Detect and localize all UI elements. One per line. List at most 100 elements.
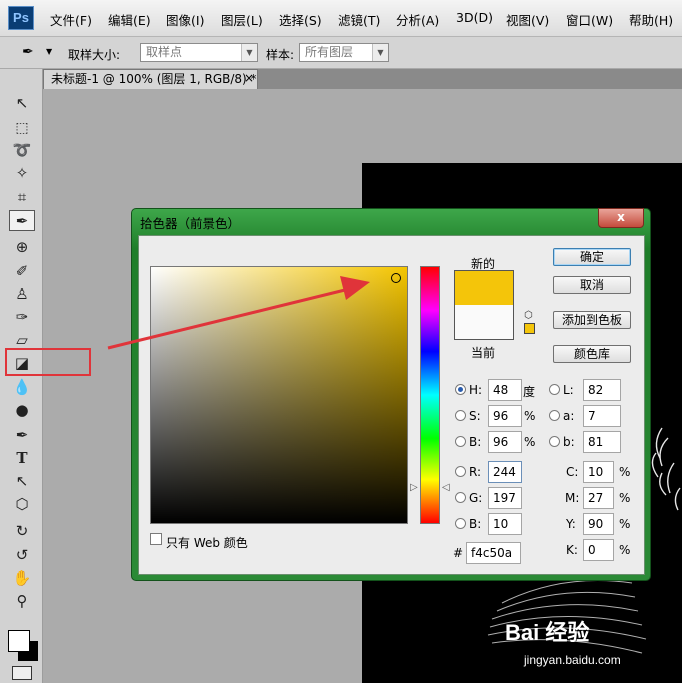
- menu-window[interactable]: 窗口(W): [566, 10, 613, 29]
- current-color-swatch[interactable]: [454, 305, 514, 340]
- blue-radio[interactable]: [455, 518, 466, 529]
- brightness-field[interactable]: 96: [488, 431, 522, 453]
- sample-size-label: 取样大小:: [68, 48, 121, 62]
- cyan-field[interactable]: 10: [583, 461, 614, 483]
- gamut-warning-swatch[interactable]: [524, 323, 535, 334]
- lightness-label: L:: [563, 383, 574, 397]
- lightness-radio[interactable]: [549, 384, 560, 395]
- blue-field[interactable]: 10: [488, 513, 522, 535]
- dodge-tool-icon[interactable]: ●: [9, 400, 35, 421]
- dialog-close-button[interactable]: x: [598, 208, 644, 228]
- clone-stamp-icon[interactable]: ♙: [9, 284, 35, 305]
- color-field-cursor[interactable]: [391, 273, 401, 283]
- magenta-field[interactable]: 27: [583, 487, 614, 509]
- menu-select[interactable]: 选择(S): [279, 10, 322, 29]
- web-colors-only-checkbox[interactable]: [150, 533, 162, 545]
- green-radio[interactable]: [455, 492, 466, 503]
- hand-tool-icon[interactable]: ✋: [9, 568, 35, 589]
- a-channel-field[interactable]: 7: [583, 405, 621, 427]
- close-tab-icon[interactable]: ×: [244, 71, 254, 85]
- menu-3d[interactable]: 3D(D): [456, 10, 493, 25]
- marquee-tool-icon[interactable]: ⬚: [9, 118, 35, 139]
- hue-label: H:: [469, 383, 483, 397]
- history-brush-icon[interactable]: ✑: [9, 307, 35, 328]
- hue-field[interactable]: 48: [488, 379, 522, 401]
- hue-slider-right-handle-icon[interactable]: ◁: [442, 482, 450, 493]
- 3d-orbit-icon[interactable]: ↺: [9, 545, 35, 566]
- cyan-label: C:: [566, 465, 579, 479]
- blur-tool-icon[interactable]: 💧: [9, 377, 35, 398]
- yellow-unit: %: [619, 517, 631, 531]
- out-of-gamut-cube-icon: ⬡: [524, 310, 533, 321]
- menu-filter[interactable]: 滤镜(T): [338, 10, 380, 29]
- red-radio[interactable]: [455, 466, 466, 477]
- lightness-field[interactable]: 82: [583, 379, 621, 401]
- sample-size-select[interactable]: 取样点 ▼: [140, 43, 258, 62]
- ok-button[interactable]: 确定: [553, 248, 631, 266]
- crop-tool-icon[interactable]: ⌗: [9, 187, 35, 208]
- saturation-label: S:: [469, 409, 481, 423]
- menu-layer[interactable]: 图层(L): [221, 10, 263, 29]
- lasso-tool-icon[interactable]: ➰: [9, 140, 35, 161]
- current-color-label: 当前: [471, 346, 496, 360]
- green-label: G:: [469, 491, 483, 505]
- zoom-tool-icon[interactable]: ⚲: [9, 591, 35, 612]
- menu-edit[interactable]: 编辑(E): [108, 10, 151, 29]
- red-field[interactable]: 244: [488, 461, 522, 483]
- move-tool-icon[interactable]: ↖: [9, 93, 35, 114]
- menu-analysis[interactable]: 分析(A): [396, 10, 439, 29]
- saturation-field[interactable]: 96: [488, 405, 522, 427]
- brightness-radio[interactable]: [455, 436, 466, 447]
- add-to-swatches-button[interactable]: 添加到色板: [553, 311, 631, 329]
- path-select-icon[interactable]: ↖: [9, 471, 35, 492]
- b-channel-radio[interactable]: [549, 436, 560, 447]
- menu-view[interactable]: 视图(V): [506, 10, 549, 29]
- eyedropper-tool-icon[interactable]: ✒: [9, 210, 35, 231]
- hex-label: #: [453, 546, 464, 560]
- chevron-down-icon: ▼: [241, 44, 257, 61]
- a-channel-radio[interactable]: [549, 410, 560, 421]
- hue-slider-left-handle-icon[interactable]: ▷: [410, 482, 418, 493]
- document-tab-title: 未标题-1 @ 100% (图层 1, RGB/8) *: [51, 72, 257, 86]
- sample-layers-value: 所有图层: [305, 45, 354, 59]
- foreground-color-swatch[interactable]: [8, 630, 30, 652]
- menu-help[interactable]: 帮助(H): [629, 10, 673, 29]
- green-field[interactable]: 197: [488, 487, 522, 509]
- color-field[interactable]: [150, 266, 408, 524]
- magic-wand-icon[interactable]: ✧: [9, 163, 35, 184]
- black-field[interactable]: 0: [583, 539, 614, 561]
- sample-size-value: 取样点: [146, 45, 183, 59]
- b-channel-field[interactable]: 81: [583, 431, 621, 453]
- color-libraries-button[interactable]: 颜色库: [553, 345, 631, 363]
- quick-mask-icon[interactable]: [12, 666, 32, 680]
- hue-unit: 度: [523, 385, 536, 399]
- pen-tool-icon[interactable]: ✒: [9, 425, 35, 446]
- type-tool-icon[interactable]: T: [9, 448, 35, 469]
- cancel-button[interactable]: 取消: [553, 276, 631, 294]
- sample-label: 样本:: [266, 48, 295, 62]
- healing-brush-icon[interactable]: ⊕: [9, 237, 35, 258]
- preset-dropdown-arrow-icon[interactable]: ▼: [46, 47, 52, 56]
- red-label: R:: [469, 465, 482, 479]
- photoshop-logo: Ps: [8, 6, 34, 30]
- hex-field[interactable]: f4c50a: [466, 542, 521, 564]
- brush-tool-icon[interactable]: ✐: [9, 261, 35, 282]
- hue-slider[interactable]: [420, 266, 440, 524]
- magenta-unit: %: [619, 491, 631, 505]
- saturation-radio[interactable]: [455, 410, 466, 421]
- a-channel-label: a:: [563, 409, 575, 423]
- menu-image[interactable]: 图像(I): [166, 10, 204, 29]
- 3d-rotate-icon[interactable]: ↻: [9, 521, 35, 542]
- yellow-label: Y:: [566, 517, 576, 531]
- eyedropper-preset-icon[interactable]: ✒: [22, 43, 40, 61]
- annotation-highlight-box: [5, 348, 91, 376]
- shape-tool-icon[interactable]: ⬡: [9, 494, 35, 515]
- new-color-swatch: [454, 270, 514, 305]
- document-tab[interactable]: 未标题-1 @ 100% (图层 1, RGB/8) *: [43, 69, 258, 89]
- menu-file[interactable]: 文件(F): [50, 10, 92, 29]
- yellow-field[interactable]: 90: [583, 513, 614, 535]
- sample-layers-select[interactable]: 所有图层 ▼: [299, 43, 389, 62]
- hue-radio[interactable]: [455, 384, 466, 395]
- black-label: K:: [566, 543, 578, 557]
- brightness-unit: %: [524, 435, 536, 449]
